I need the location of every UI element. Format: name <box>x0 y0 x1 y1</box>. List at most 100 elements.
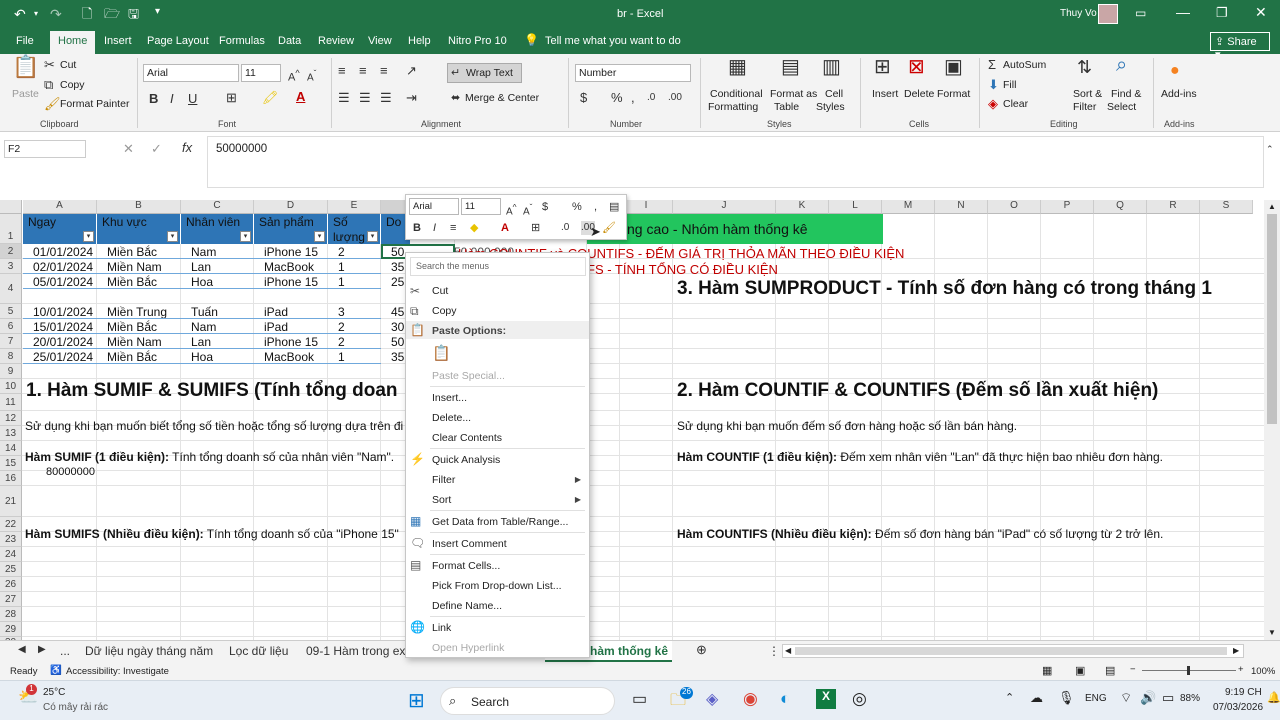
column-header[interactable]: O <box>988 200 1041 214</box>
table-cell[interactable]: Miền Bắc <box>107 275 157 289</box>
underline-icon[interactable]: U <box>188 92 197 106</box>
sort-filter-icon[interactable]: ⇅ <box>1077 58 1092 76</box>
tray-app-icon[interactable]: ☁ <box>1030 690 1043 706</box>
tell-me-search[interactable]: Tell me what you want to do <box>545 35 681 47</box>
align-left-icon[interactable]: ☰ <box>338 91 350 105</box>
row-header[interactable]: 29 <box>0 622 22 637</box>
bold-icon[interactable]: B <box>149 92 158 106</box>
row-header[interactable]: 23 <box>0 532 22 547</box>
row-header[interactable]: 3 <box>0 259 22 274</box>
row-header[interactable]: 1 <box>0 214 22 244</box>
merge-center-icon[interactable]: ⬌ <box>451 91 460 105</box>
scroll-thumb[interactable] <box>1267 214 1277 424</box>
increase-decimal-icon[interactable]: .0 <box>561 221 569 235</box>
table-cell[interactable]: 35 <box>391 260 404 274</box>
obs-icon[interactable]: ◎ <box>852 689 867 709</box>
sheet-tab-more[interactable]: ... <box>60 644 70 658</box>
normal-view-icon[interactable]: ▦ <box>1042 664 1052 677</box>
increase-decimal-icon[interactable]: .0 <box>647 91 655 105</box>
row-header[interactable]: 15 <box>0 456 22 471</box>
table-cell[interactable]: 01/01/2024 <box>33 245 93 259</box>
align-right-icon[interactable]: ☰ <box>380 91 392 105</box>
row-header[interactable]: 22 <box>0 517 22 532</box>
mini-font-size[interactable]: 11 <box>461 198 501 215</box>
table-cell[interactable]: 25 <box>391 275 404 289</box>
font-color-icon[interactable]: A <box>501 221 509 235</box>
table-header[interactable]: Sản phẩm ▾ <box>254 214 328 244</box>
table-header[interactable]: Ngay ▾ <box>23 214 97 244</box>
vertical-scrollbar[interactable]: ▲ ▼ <box>1264 200 1280 640</box>
edge-icon[interactable]: ◐ <box>780 689 790 709</box>
table-cell[interactable]: 35 <box>391 350 404 364</box>
undo-dropdown-icon[interactable]: ▾ <box>34 9 38 18</box>
format-as-table-icon[interactable]: ▤ <box>781 57 800 77</box>
row-header[interactable]: 16 <box>0 471 22 486</box>
decrease-decimal-icon[interactable]: .00 <box>668 91 682 105</box>
tabs-menu-icon[interactable]: ⋮ <box>768 644 780 658</box>
paste-option-icon[interactable]: 📋 <box>432 344 451 362</box>
language-indicator[interactable]: ENG <box>1085 693 1107 704</box>
table-header[interactable]: Số lượng ▾ <box>328 214 381 244</box>
table-cell[interactable]: 1 <box>338 260 345 274</box>
table-cell[interactable]: Miền Bắc <box>107 320 157 334</box>
tab-home[interactable]: Home <box>58 35 87 47</box>
column-header[interactable]: K <box>776 200 829 214</box>
table-cell[interactable]: iPad <box>264 320 288 334</box>
align-top-icon[interactable]: ≡ <box>338 64 346 78</box>
restore-icon[interactable]: ❐ <box>1216 5 1228 21</box>
paste-icon[interactable]: 📋 <box>12 56 39 78</box>
tab-help[interactable]: Help <box>408 35 431 47</box>
increase-font-icon[interactable]: A^ <box>288 66 300 85</box>
column-header[interactable]: N <box>935 200 988 214</box>
comma-icon[interactable]: , <box>631 91 635 105</box>
column-header[interactable]: I <box>620 200 673 214</box>
column-header[interactable]: J <box>673 200 776 214</box>
scroll-right-icon[interactable]: ▶ <box>1233 646 1239 655</box>
zoom-in-icon[interactable]: + <box>1238 664 1244 675</box>
bold-icon[interactable]: B <box>413 221 421 235</box>
menu-item-filter[interactable]: Filter <box>432 474 455 486</box>
fill-button[interactable]: Fill <box>1003 79 1016 91</box>
menu-item-link[interactable]: Link <box>432 622 451 634</box>
cut-button[interactable]: Cut <box>60 59 76 71</box>
share-button[interactable]: ⇪ Share ▾ <box>1210 32 1270 61</box>
orientation-icon[interactable]: ↗ <box>406 64 417 78</box>
tab-insert[interactable]: Insert <box>104 35 132 47</box>
filter-dropdown-icon[interactable]: ▾ <box>367 231 378 242</box>
format-icon[interactable]: ▤ <box>609 200 619 214</box>
battery-icon[interactable]: ▭ <box>1162 690 1174 706</box>
table-cell[interactable]: Miền Nam <box>107 335 162 349</box>
close-icon[interactable]: ✕ <box>1255 4 1267 21</box>
table-cell[interactable]: Lan <box>191 260 211 274</box>
table-cell[interactable]: Miền Trung <box>107 305 167 319</box>
filter-dropdown-icon[interactable]: ▾ <box>167 231 178 242</box>
column-header[interactable]: S <box>1200 200 1253 214</box>
sumif-result[interactable]: 80000000 <box>46 466 95 478</box>
collapse-formula-icon[interactable]: ⌃ <box>1266 142 1274 156</box>
table-cell[interactable]: Miền Nam <box>107 260 162 274</box>
table-cell[interactable]: 30 <box>391 320 404 334</box>
cell-styles-icon[interactable]: ▥ <box>822 57 841 77</box>
zoom-slider-thumb[interactable] <box>1187 666 1190 675</box>
scroll-down-icon[interactable]: ▼ <box>1268 628 1276 637</box>
column-header[interactable]: D <box>254 200 328 214</box>
enter-icon[interactable]: ✓ <box>151 142 162 156</box>
italic-icon[interactable]: I <box>433 221 436 235</box>
customize-qat-icon[interactable]: ▾ <box>155 6 160 17</box>
row-header[interactable]: 2 <box>0 244 22 259</box>
tab-review[interactable]: Review <box>318 35 354 47</box>
borders-icon[interactable]: ⊞ <box>226 91 237 105</box>
font-name-select[interactable]: Arial <box>143 64 239 82</box>
row-header[interactable]: 24 <box>0 547 22 562</box>
clear-icon[interactable]: ◈ <box>988 97 998 111</box>
menu-item-cut[interactable]: Cut <box>432 285 448 297</box>
table-cell[interactable]: 25/01/2024 <box>33 350 93 364</box>
teams-icon[interactable]: ◈ <box>706 689 718 709</box>
accounting-icon[interactable]: $ <box>542 200 548 214</box>
sort-filter-button[interactable]: Sort & <box>1073 88 1102 100</box>
excel-taskbar-icon[interactable]: X <box>816 689 836 709</box>
sheet-tab[interactable]: Dữ liệu ngày tháng năm <box>85 644 213 658</box>
table-cell[interactable]: 05/01/2024 <box>33 275 93 289</box>
row-header[interactable]: 21 <box>0 486 22 517</box>
find-select-icon[interactable]: ⌕ <box>1116 55 1127 75</box>
